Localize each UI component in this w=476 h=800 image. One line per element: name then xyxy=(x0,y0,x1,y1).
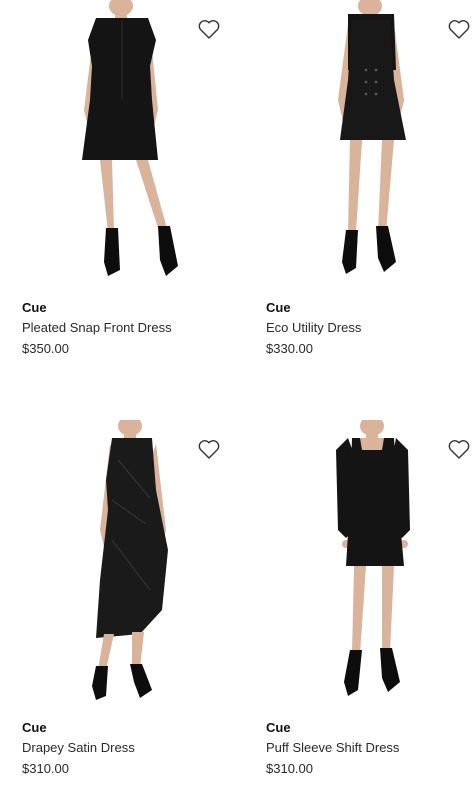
product-name[interactable]: Pleated Snap Front Dress xyxy=(22,320,238,336)
product-card[interactable]: Cue Puff Sleeve Shift Dress $310.00 xyxy=(244,420,476,777)
wishlist-button[interactable] xyxy=(194,432,224,462)
wishlist-button[interactable] xyxy=(194,12,224,42)
product-card[interactable]: Cue Drapey Satin Dress $310.00 xyxy=(0,420,238,777)
product-price: $310.00 xyxy=(22,761,69,776)
product-name[interactable]: Puff Sleeve Shift Dress xyxy=(266,740,476,756)
product-brand: Cue xyxy=(266,720,291,735)
product-name[interactable]: Drapey Satin Dress xyxy=(22,740,238,756)
heart-outline-icon xyxy=(448,20,470,39)
product-image[interactable] xyxy=(244,420,476,706)
product-image[interactable] xyxy=(244,0,476,286)
product-brand: Cue xyxy=(22,300,47,315)
heart-outline-icon xyxy=(198,20,220,39)
product-card[interactable]: Cue Pleated Snap Front Dress $350.00 xyxy=(0,0,238,357)
product-image[interactable] xyxy=(0,0,238,286)
product-card[interactable]: Cue Eco Utility Dress $330.00 xyxy=(244,0,476,357)
product-name[interactable]: Eco Utility Dress xyxy=(266,320,476,336)
wishlist-button[interactable] xyxy=(444,432,474,462)
product-price: $310.00 xyxy=(266,761,313,776)
product-price: $350.00 xyxy=(22,341,69,356)
product-image[interactable] xyxy=(0,420,238,706)
heart-outline-icon xyxy=(448,440,470,459)
wishlist-button[interactable] xyxy=(444,12,474,42)
product-brand: Cue xyxy=(266,300,291,315)
product-brand: Cue xyxy=(22,720,47,735)
heart-outline-icon xyxy=(198,440,220,459)
product-price: $330.00 xyxy=(266,341,313,356)
